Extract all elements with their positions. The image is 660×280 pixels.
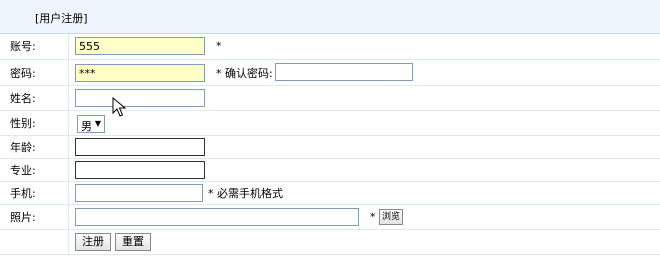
page-title: [用户注册] [35,12,88,25]
confirm-password-label: * 确认密码: [216,66,273,80]
phone-format-note: * 必需手机格式 [208,187,283,200]
password-input[interactable] [75,64,205,82]
age-input[interactable] [75,138,205,156]
age-row: 年龄: [0,136,660,159]
photo-path-input[interactable] [75,208,359,226]
mouse-pointer-icon [112,97,126,117]
major-row: 专业: [0,159,660,182]
gender-select[interactable]: 男 ▼ [77,115,105,133]
account-input[interactable] [75,37,205,55]
photo-required-note: * [370,210,376,224]
account-required-note: * [216,39,222,53]
password-label: 密码: [10,66,36,80]
account-row: 账号: * [0,33,660,60]
register-button[interactable]: 注册 [75,233,111,251]
confirm-password-input[interactable] [275,63,413,81]
major-input[interactable] [75,161,205,179]
phone-label: 手机: [10,187,36,200]
phone-input[interactable] [75,184,203,202]
gender-row: 性别: 男 ▼ [0,111,660,136]
browse-button[interactable]: 浏览 [379,209,403,225]
gender-selected-value: 男 [81,120,92,133]
gender-label: 性别: [10,117,36,130]
account-label: 账号: [10,40,36,53]
photo-row: 照片: * 浏览 [0,205,660,230]
phone-row: 手机: * 必需手机格式 [0,182,660,205]
form-header: [用户注册] [0,0,660,34]
major-label: 专业: [10,164,36,177]
age-label: 年龄: [10,141,36,154]
name-label: 姓名: [10,92,36,105]
chevron-down-icon: ▼ [94,119,101,128]
photo-label: 照片: [10,211,36,224]
actions-row: 注册 重置 [0,230,660,255]
password-row: 密码: * 确认密码: [0,60,660,86]
reset-button[interactable]: 重置 [115,233,151,251]
name-row: 姓名: [0,86,660,111]
name-input[interactable] [75,89,205,107]
